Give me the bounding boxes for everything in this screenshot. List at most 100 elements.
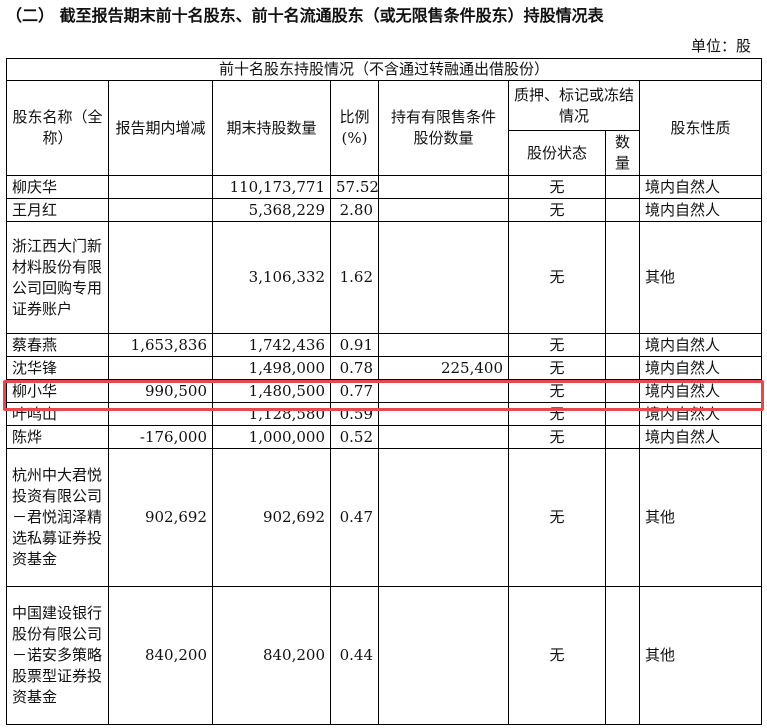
holder-restricted <box>378 198 509 222</box>
holder-restricted <box>378 586 509 725</box>
holder-pledge-status: 无 <box>508 586 606 725</box>
holder-pledge-qty <box>605 425 640 449</box>
holder-name: 柳小华 <box>6 379 109 403</box>
holder-ratio: 0.91 <box>330 333 379 357</box>
table-caption: 前十名股东持股情况（不含通过转融通出借股份） <box>5 58 763 81</box>
holder-ratio: 0.52 <box>330 425 379 449</box>
table-row: 浙江西大门新材料股份有限公司回购专用证券账户 3,106,332 1.62 无 … <box>6 221 763 334</box>
holder-nature: 境内自然人 <box>638 379 763 403</box>
table-row: 王月红 5,368,229 2.80 无 境内自然人 <box>6 198 763 222</box>
holder-shares: 1,128,580 <box>212 402 331 426</box>
holder-ratio: 2.80 <box>330 198 379 222</box>
table-row: 陈烨 -176,000 1,000,000 0.52 无 境内自然人 <box>6 425 763 449</box>
table-row: 柳庆华 110,173,771 57.52 无 境内自然人 <box>6 175 763 199</box>
holder-name: 中国建设银行股份有限公司－诺安多策略股票型证券投资基金 <box>6 586 109 725</box>
holder-name: 陈烨 <box>6 425 109 449</box>
header-pledge-qty: 数量 <box>605 130 640 176</box>
section-title: （二） 截至报告期末前十名股东、前十名流通股东（或无限售条件股东）持股情况表 <box>6 6 604 25</box>
holder-change: 902,692 <box>108 448 213 587</box>
holder-nature: 境内自然人 <box>638 425 763 449</box>
holder-restricted <box>378 379 509 403</box>
holder-nature: 境内自然人 <box>638 175 763 199</box>
table-row: 蔡春燕 1,653,836 1,742,436 0.91 无 境内自然人 <box>6 333 763 357</box>
holder-pledge-status: 无 <box>508 379 606 403</box>
holder-shares: 3,106,332 <box>212 221 331 334</box>
holder-nature: 境内自然人 <box>638 402 763 426</box>
holder-shares: 1,498,000 <box>212 356 331 380</box>
holder-change <box>108 198 213 222</box>
unit-label: 单位：股 <box>690 37 751 55</box>
holder-pledge-qty <box>605 448 640 587</box>
header-name: 股东名称（全称） <box>6 80 109 176</box>
holder-shares: 902,692 <box>212 448 331 587</box>
holder-shares: 840,200 <box>212 586 331 725</box>
holder-pledge-qty <box>605 586 640 725</box>
holder-ratio: 0.77 <box>330 379 379 403</box>
holder-ratio: 0.47 <box>330 448 379 587</box>
shareholders-table: 前十名股东持股情况（不含通过转融通出借股份） 股东名称（全称） 报告期内增减 期… <box>5 58 763 725</box>
holder-name: 沈华锋 <box>6 356 109 380</box>
holder-pledge-qty <box>605 402 640 426</box>
table-row: 沈华锋 1,498,000 0.78 225,400 无 境内自然人 <box>6 356 763 380</box>
holder-pledge-status: 无 <box>508 425 606 449</box>
header-pledge: 质押、标记或冻结情况 <box>508 80 640 131</box>
holder-ratio: 57.52 <box>330 175 379 199</box>
holder-pledge-status: 无 <box>508 198 606 222</box>
header-pledge-status: 股份状态 <box>508 130 606 176</box>
holder-name: 杭州中大君悦投资有限公司－君悦润泽精选私募证券投资基金 <box>6 448 109 587</box>
holder-pledge-status: 无 <box>508 175 606 199</box>
holder-shares: 5,368,229 <box>212 198 331 222</box>
holder-name: 浙江西大门新材料股份有限公司回购专用证券账户 <box>6 221 109 334</box>
holder-pledge-status: 无 <box>508 221 606 334</box>
holder-name: 王月红 <box>6 198 109 222</box>
holder-pledge-qty <box>605 221 640 334</box>
holder-pledge-qty <box>605 333 640 357</box>
holder-change <box>108 175 213 199</box>
holder-ratio: 0.59 <box>330 402 379 426</box>
holder-shares: 1,480,500 <box>212 379 331 403</box>
holder-pledge-status: 无 <box>508 333 606 357</box>
holder-nature: 其他 <box>638 586 763 725</box>
holder-restricted <box>378 402 509 426</box>
holder-change: 990,500 <box>108 379 213 403</box>
table-row-highlighted: 柳小华 990,500 1,480,500 0.77 无 境内自然人 <box>6 379 763 403</box>
holder-restricted <box>378 425 509 449</box>
holder-name: 柳庆华 <box>6 175 109 199</box>
holder-pledge-qty <box>605 379 640 403</box>
header-shares: 期末持股数量 <box>212 80 331 176</box>
holder-ratio: 0.44 <box>330 586 379 725</box>
holder-nature: 境内自然人 <box>638 356 763 380</box>
holder-pledge-status: 无 <box>508 356 606 380</box>
holder-restricted <box>378 221 509 334</box>
header-restricted: 持有有限售条件股份数量 <box>378 80 509 176</box>
table-row: 中国建设银行股份有限公司－诺安多策略股票型证券投资基金 840,200 840,… <box>6 586 763 725</box>
table-row: 杭州中大君悦投资有限公司－君悦润泽精选私募证券投资基金 902,692 902,… <box>6 448 763 587</box>
holder-pledge-status: 无 <box>508 402 606 426</box>
holder-change: -176,000 <box>108 425 213 449</box>
header-change: 报告期内增减 <box>108 80 213 176</box>
holder-shares: 1,742,436 <box>212 333 331 357</box>
holder-nature: 其他 <box>638 221 763 334</box>
table-row: 叶鸣山 1,128,580 0.59 无 境内自然人 <box>6 402 763 426</box>
header-nature: 股东性质 <box>638 80 763 176</box>
header-ratio: 比例(%) <box>330 80 379 176</box>
holder-ratio: 0.78 <box>330 356 379 380</box>
holder-change <box>108 402 213 426</box>
holder-restricted <box>378 175 509 199</box>
holder-name: 叶鸣山 <box>6 402 109 426</box>
holder-shares: 110,173,771 <box>212 175 331 199</box>
holder-restricted <box>378 333 509 357</box>
holder-pledge-status: 无 <box>508 448 606 587</box>
holder-pledge-qty <box>605 356 640 380</box>
holder-change: 1,653,836 <box>108 333 213 357</box>
holder-restricted <box>378 448 509 587</box>
holder-name: 蔡春燕 <box>6 333 109 357</box>
holder-nature: 其他 <box>638 448 763 587</box>
holder-nature: 境内自然人 <box>638 198 763 222</box>
holder-shares: 1,000,000 <box>212 425 331 449</box>
holder-ratio: 1.62 <box>330 221 379 334</box>
holder-change <box>108 221 213 334</box>
holder-change <box>108 356 213 380</box>
holder-pledge-qty <box>605 175 640 199</box>
holder-nature: 境内自然人 <box>638 333 763 357</box>
